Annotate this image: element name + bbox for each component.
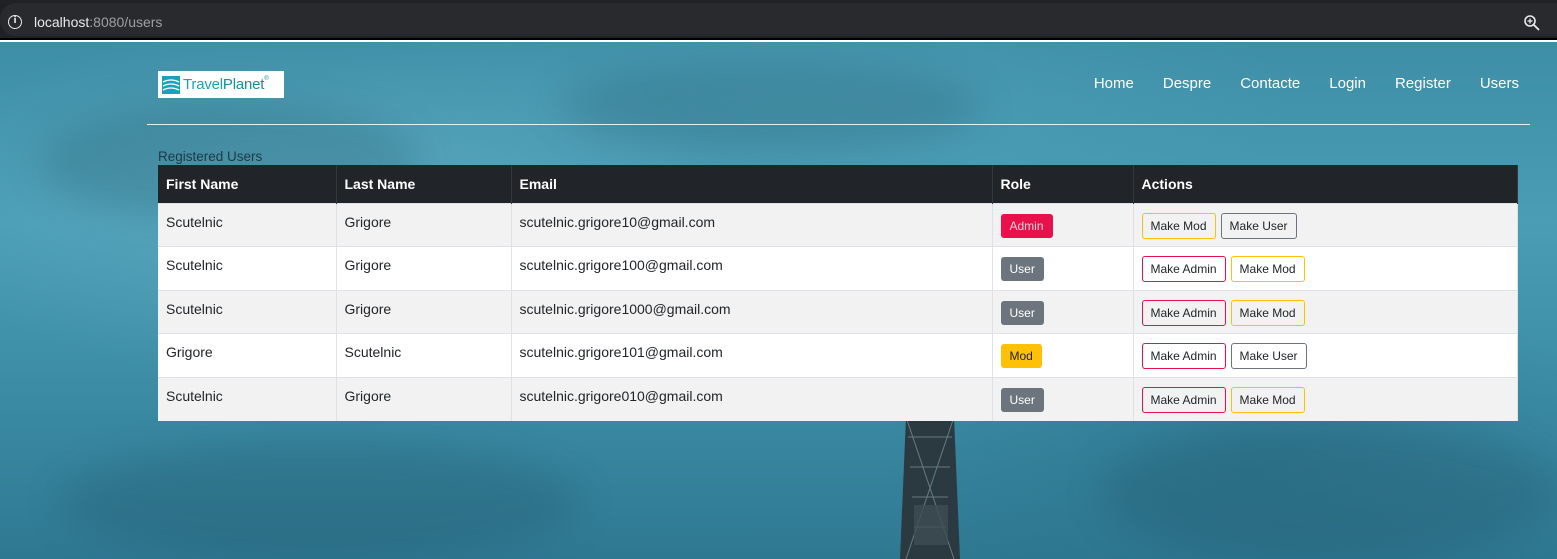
table-row: Grigore Scutelnic scutelnic.grigore101@g… (158, 333, 1518, 377)
cell-last-name: Grigore (336, 289, 512, 334)
cell-actions: Make Mod Make User (1133, 202, 1518, 247)
table-caption: Registered Users (158, 149, 263, 164)
nav-register[interactable]: Register (1395, 75, 1451, 92)
url-path: :8080/users (89, 14, 163, 30)
last-name: Grigore (344, 300, 392, 317)
cell-first-name: Scutelnic (158, 376, 337, 421)
cell-first-name: Grigore (158, 333, 337, 377)
role-badge-mod: Mod (1000, 344, 1042, 369)
make-mod-button[interactable]: Make Mod (1230, 387, 1305, 413)
table-header-row: First Name Last Name Email Role Actions (158, 165, 1518, 203)
cell-last-name: Grigore (336, 202, 512, 247)
role-badge-user: User (1000, 388, 1044, 412)
first-name: Scutelnic (166, 213, 223, 230)
first-name: Scutelnic (166, 257, 223, 274)
nav-divider (147, 124, 1530, 125)
cell-actions: Make Admin Make User (1133, 333, 1518, 377)
cell-actions: Make Admin Make Mod (1133, 376, 1518, 421)
email: scutelnic.grigore1000@gmail.com (519, 300, 731, 317)
cell-email: scutelnic.grigore10@gmail.com (511, 202, 993, 247)
table-row: Scutelnic Grigore scutelnic.grigore010@g… (158, 376, 1518, 421)
address-bar[interactable]: i localhost:8080/users (0, 3, 1557, 36)
header-last-name: Last Name (336, 165, 512, 203)
cell-role: User (992, 376, 1134, 421)
cell-role: User (992, 246, 1134, 290)
browser-toolbar: i localhost:8080/users (0, 0, 1557, 40)
url-text[interactable]: localhost:8080/users (34, 14, 162, 30)
make-admin-button[interactable]: Make Admin (1141, 256, 1226, 283)
background-cloud (560, 62, 980, 152)
cell-last-name: Scutelnic (336, 333, 512, 377)
make-admin-button[interactable]: Make Admin (1141, 387, 1226, 413)
cell-first-name: Scutelnic (158, 202, 337, 247)
role-badge-user: User (1000, 257, 1044, 282)
table-row: Scutelnic Grigore scutelnic.grigore10@gm… (158, 202, 1518, 247)
cell-actions: Make Admin Make Mod (1133, 289, 1518, 334)
cell-role: User (992, 289, 1134, 334)
first-name: Scutelnic (166, 388, 223, 404)
background-cloud (60, 442, 580, 559)
email: scutelnic.grigore100@gmail.com (519, 257, 723, 274)
nav-despre[interactable]: Despre (1163, 75, 1211, 92)
main-nav: Home Despre Contacte Login Register User… (1065, 75, 1519, 92)
cell-email: scutelnic.grigore1000@gmail.com (511, 289, 993, 334)
cell-last-name: Grigore (336, 246, 512, 290)
cell-first-name: Scutelnic (158, 289, 337, 334)
cell-first-name: Scutelnic (158, 246, 337, 290)
make-user-button[interactable]: Make User (1220, 212, 1297, 239)
header-first-name: First Name (158, 165, 337, 203)
brand-logo[interactable]: TravelPlanet® (158, 71, 284, 98)
make-mod-button[interactable]: Make Mod (1230, 299, 1305, 326)
header-email: Email (511, 165, 993, 203)
tower-silhouette (900, 417, 960, 559)
logo-text-planet: Planet (222, 76, 265, 93)
make-admin-button[interactable]: Make Admin (1141, 299, 1226, 326)
last-name: Grigore (344, 388, 392, 404)
nav-login[interactable]: Login (1329, 75, 1366, 92)
logo-registered-mark: ® (264, 76, 269, 82)
email: scutelnic.grigore010@gmail.com (519, 388, 723, 404)
header-actions: Actions (1133, 165, 1518, 203)
users-table: First Name Last Name Email Role Actions … (158, 165, 1518, 421)
last-name: Grigore (344, 213, 392, 230)
logo-text-travel: Travel (183, 76, 223, 93)
email: scutelnic.grigore10@gmail.com (519, 213, 716, 230)
make-user-button[interactable]: Make User (1230, 343, 1307, 370)
first-name: Scutelnic (166, 300, 223, 317)
page-background: TravelPlanet® Home Despre Contacte Login… (0, 42, 1557, 559)
make-admin-button[interactable]: Make Admin (1141, 343, 1226, 370)
zoom-icon[interactable] (1523, 14, 1541, 32)
logo-text: TravelPlanet® (183, 76, 269, 93)
first-name: Grigore (166, 344, 213, 361)
cell-last-name: Grigore (336, 376, 512, 421)
cell-role: Mod (992, 333, 1134, 377)
nav-contacte[interactable]: Contacte (1240, 75, 1300, 92)
header-role: Role (992, 165, 1134, 203)
travel-planet-logo-icon (162, 75, 180, 94)
url-host: localhost (34, 14, 90, 30)
cell-email: scutelnic.grigore010@gmail.com (511, 376, 993, 421)
role-badge-user: User (1000, 300, 1044, 325)
nav-users[interactable]: Users (1480, 75, 1519, 92)
make-mod-button[interactable]: Make Mod (1230, 256, 1305, 283)
nav-home[interactable]: Home (1094, 75, 1134, 92)
cell-actions: Make Admin Make Mod (1133, 246, 1518, 290)
background-cloud (1100, 422, 1557, 559)
role-badge-admin: Admin (1000, 213, 1053, 238)
table-row: Scutelnic Grigore scutelnic.grigore100@g… (158, 246, 1518, 290)
email: scutelnic.grigore101@gmail.com (519, 344, 723, 361)
last-name: Grigore (344, 257, 392, 274)
cell-email: scutelnic.grigore100@gmail.com (511, 246, 993, 290)
cell-role: Admin (992, 202, 1134, 247)
cell-email: scutelnic.grigore101@gmail.com (511, 333, 993, 377)
info-icon[interactable]: i (8, 15, 22, 29)
last-name: Scutelnic (344, 344, 402, 361)
table-row: Scutelnic Grigore scutelnic.grigore1000@… (158, 289, 1518, 334)
make-mod-button[interactable]: Make Mod (1141, 212, 1216, 239)
